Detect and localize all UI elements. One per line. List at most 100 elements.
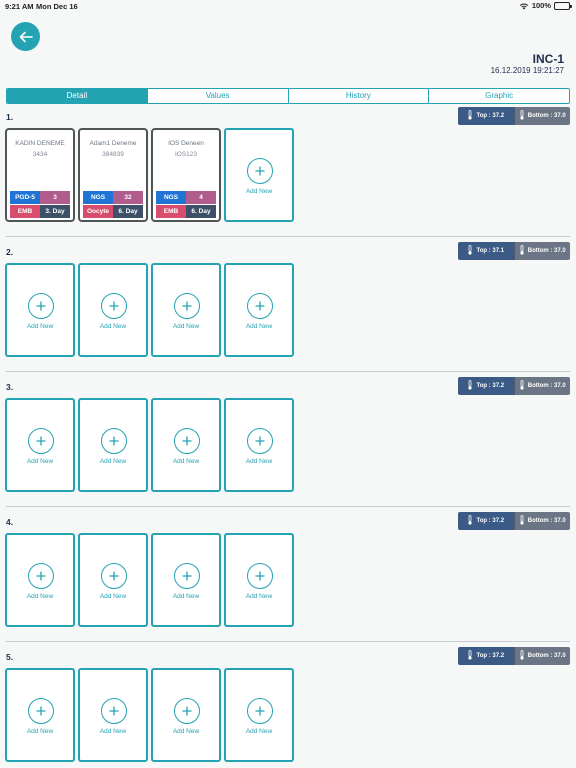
add-new-label: Add New [99,458,127,465]
temp-top-label: Top : 37.2 [476,653,505,659]
tab-history[interactable]: History [287,89,429,103]
test-tag: NGS [83,191,113,204]
patient-id: IOS123 [174,151,198,158]
temperature-badges: Top : 37.2 Bottom : 37.0 [458,512,570,530]
tab-values[interactable]: Values [146,89,288,103]
status-time: 9:21 AM [5,2,34,11]
temperature-badges: Top : 37.2 Bottom : 37.0 [458,377,570,395]
add-circle [174,563,200,589]
add-circle [247,428,273,454]
plus-icon [109,436,119,446]
stage-tag: EMB [156,205,186,218]
add-new-card[interactable]: Add New [5,668,75,762]
temp-top-label: Top : 37.2 [476,383,505,389]
add-new-card[interactable]: Add New [151,398,221,492]
temp-bottom-label: Bottom : 37.0 [527,653,566,659]
add-circle [101,698,127,724]
section-number: 1. [6,112,14,122]
add-new-card[interactable]: Add New [151,533,221,627]
thermometer-icon [519,110,525,122]
add-circle [101,428,127,454]
add-new-card[interactable]: Add New [78,533,148,627]
add-new-label: Add New [26,458,54,465]
add-new-card[interactable]: Add New [224,398,294,492]
wifi-icon [519,2,529,9]
incubator-section: 1. Top : 37.2 Bottom : 37.0 KADIN DENEME… [0,107,576,247]
tab-bar: Detail Values History Graphic [6,88,570,104]
incubator-section: 3. Top : 37.2 Bottom : 37.0 Add New Add … [0,377,576,517]
test-count: 4 [186,191,216,204]
temp-top-label: Top : 37.1 [476,248,505,254]
patient-card[interactable]: KADIN DENEME 3434 PGD-5 3 EMB 3. Day [5,128,75,222]
arrow-left-icon [19,31,33,42]
temperature-badges: Top : 37.2 Bottom : 37.0 [458,107,570,125]
card-tags: PGD-5 3 EMB 3. Day [10,191,71,219]
plus-icon [255,436,265,446]
add-new-label: Add New [245,728,273,735]
plus-icon [182,571,192,581]
incubator-section: 5. Top : 37.2 Bottom : 37.0 Add New Add … [0,647,576,768]
card-tags: NGS 32 Oocyte 6. Day [83,191,144,219]
page-title: INC-1 [532,52,564,66]
plus-icon [36,436,46,446]
add-circle [247,698,273,724]
add-new-label: Add New [245,188,273,195]
patient-name: KADIN DENEME [15,140,65,147]
add-circle [28,563,54,589]
temp-top-badge: Top : 37.2 [458,107,514,125]
add-new-card[interactable]: Add New [224,263,294,357]
thermometer-icon [467,380,473,392]
incubator-section: 2. Top : 37.1 Bottom : 37.0 Add New Add … [0,242,576,382]
add-circle [247,293,273,319]
add-new-card[interactable]: Add New [151,668,221,762]
status-indicators: 100% [519,1,572,10]
patient-id: 3434 [32,151,48,158]
plus-icon [36,706,46,716]
battery-icon [554,1,572,10]
thermometer-icon [467,245,473,257]
add-new-card[interactable]: Add New [78,263,148,357]
plus-icon [255,571,265,581]
tab-graphic[interactable]: Graphic [428,89,569,103]
status-bar: 9:21 AM Mon Dec 16 100% [0,0,576,14]
add-new-card[interactable]: Add New [78,398,148,492]
patient-name: IOS Deneen [168,140,204,147]
temp-top-badge: Top : 37.2 [458,377,514,395]
thermometer-icon [519,515,525,527]
add-new-card[interactable]: Add New [224,668,294,762]
add-new-label: Add New [26,593,54,600]
add-circle [174,293,200,319]
temp-bottom-badge: Bottom : 37.0 [513,242,570,260]
status-date: Mon Dec 16 [36,2,78,11]
section-number: 4. [6,517,14,527]
test-tag: NGS [156,191,186,204]
patient-card[interactable]: IOS Deneen IOS123 NGS 4 EMB 6. Day [151,128,221,222]
patient-card[interactable]: Adam1 Deneme 384839 NGS 32 Oocyte 6. Day [78,128,148,222]
temperature-badges: Top : 37.2 Bottom : 37.0 [458,647,570,665]
add-new-card[interactable]: Add New [78,668,148,762]
day-tag: 3. Day [40,205,70,218]
test-count: 32 [113,191,143,204]
temp-top-label: Top : 37.2 [476,113,505,119]
plus-icon [109,706,119,716]
tab-detail[interactable]: Detail [7,89,147,103]
add-new-card[interactable]: Add New [5,263,75,357]
temp-top-badge: Top : 37.2 [458,647,514,665]
add-new-card[interactable]: Add New [151,263,221,357]
incubator-section: 4. Top : 37.2 Bottom : 37.0 Add New Add … [0,512,576,652]
add-circle [28,428,54,454]
add-new-card[interactable]: Add New [5,533,75,627]
plus-icon [109,571,119,581]
add-circle [247,563,273,589]
temp-top-badge: Top : 37.2 [458,512,514,530]
add-new-card[interactable]: Add New [5,398,75,492]
add-new-label: Add New [245,593,273,600]
add-new-card[interactable]: Add New [224,533,294,627]
plus-icon [255,166,265,176]
plus-icon [182,301,192,311]
add-new-card[interactable]: Add New [224,128,294,222]
add-new-label: Add New [245,458,273,465]
temp-bottom-badge: Bottom : 37.0 [513,377,570,395]
plus-icon [255,706,265,716]
back-button[interactable] [11,22,40,51]
